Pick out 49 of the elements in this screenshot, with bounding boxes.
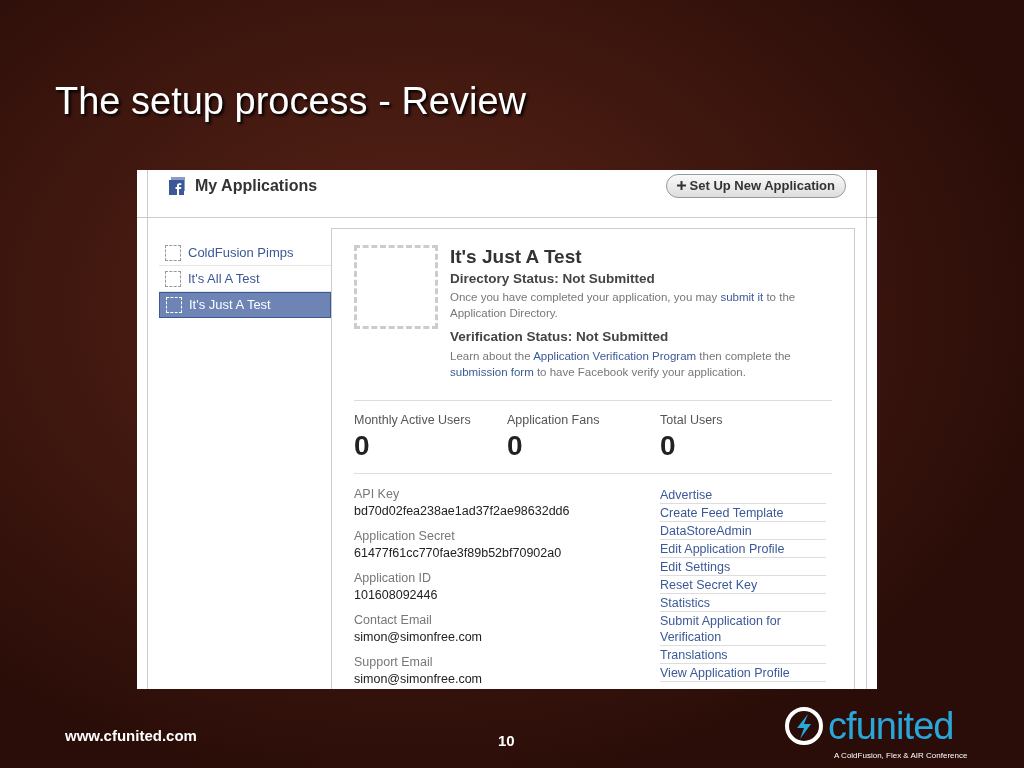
stat-label: Monthly Active Users	[354, 411, 472, 429]
field-value: bd70d02fea238ae1ad37f2ae98632dd6	[354, 503, 571, 521]
lightning-bolt-icon	[784, 706, 824, 746]
field-label: Support Email	[354, 654, 434, 672]
app-action-link[interactable]: View Application Profile	[660, 664, 826, 683]
inline-link[interactable]: Application Verification Program	[533, 349, 697, 362]
sidebar-item[interactable]: ColdFusion Pimps	[159, 240, 331, 266]
logo-tagline: A ColdFusion, Flex & AIR Conference	[834, 750, 968, 762]
app-action-link[interactable]: DataStoreAdmin	[660, 522, 826, 541]
field-label: API Key	[354, 486, 401, 504]
app-placeholder-icon	[166, 297, 182, 313]
page-heading: My Applications	[195, 175, 318, 196]
inline-link[interactable]: submit it	[720, 291, 764, 304]
status-description: Once you have completed your application, you may submit it to the Application Directory.	[450, 290, 797, 322]
app-action-link[interactable]: Advertise	[660, 486, 826, 505]
field-label: Application ID	[354, 570, 433, 588]
field-value: simon@simonfree.com	[354, 671, 483, 689]
field-value: 61477f61cc770fae3f89b52bf70902a0	[354, 545, 563, 563]
app-name: It's Just A Test	[450, 245, 583, 269]
field-label: Application Secret	[354, 528, 456, 546]
stat-value: 0	[507, 429, 524, 464]
app-action-link[interactable]: Edit Settings	[660, 558, 826, 577]
field-value: 101608092446	[354, 587, 439, 605]
app-icon	[169, 176, 187, 195]
field-label: Contact Email	[354, 612, 433, 630]
logo-wordmark: cfunited	[828, 706, 954, 746]
stat-label: Application Fans	[507, 411, 601, 429]
app-action-link[interactable]: Edit Application Profile	[660, 540, 826, 559]
stat-value: 0	[660, 429, 677, 464]
inline-link[interactable]: submission form	[450, 365, 534, 378]
stat-value: 0	[354, 429, 371, 464]
set-up-new-application-button[interactable]: Set Up New Application	[665, 173, 846, 198]
sidebar-item[interactable]: It's Just A Test	[159, 292, 331, 318]
status-heading: Directory Status: Not Submitted	[450, 270, 656, 288]
app-placeholder-icon	[165, 244, 181, 261]
status-heading: Verification Status: Not Submitted	[450, 328, 670, 347]
app-action-link[interactable]: Reset Secret Key	[660, 576, 826, 595]
app-action-link[interactable]: Create Feed Template	[660, 504, 826, 523]
app-action-link[interactable]: Translations	[660, 646, 826, 665]
field-value: simon@simonfree.com	[354, 629, 483, 647]
plus-icon	[676, 181, 686, 190]
stat-label: Total Users	[660, 411, 724, 429]
app-action-link[interactable]: Submit Application for Verification	[660, 612, 826, 647]
app-action-link[interactable]: Statistics	[660, 594, 826, 613]
slide-title: The setup process - Review	[55, 79, 526, 124]
footer-url: www.cfunited.com	[65, 726, 197, 746]
slide-number: 10	[498, 731, 515, 751]
status-description: Learn about the Application Verification Program then complete the submission form to have Facebook verify your application.	[450, 348, 792, 380]
app-placeholder-icon	[165, 270, 181, 287]
